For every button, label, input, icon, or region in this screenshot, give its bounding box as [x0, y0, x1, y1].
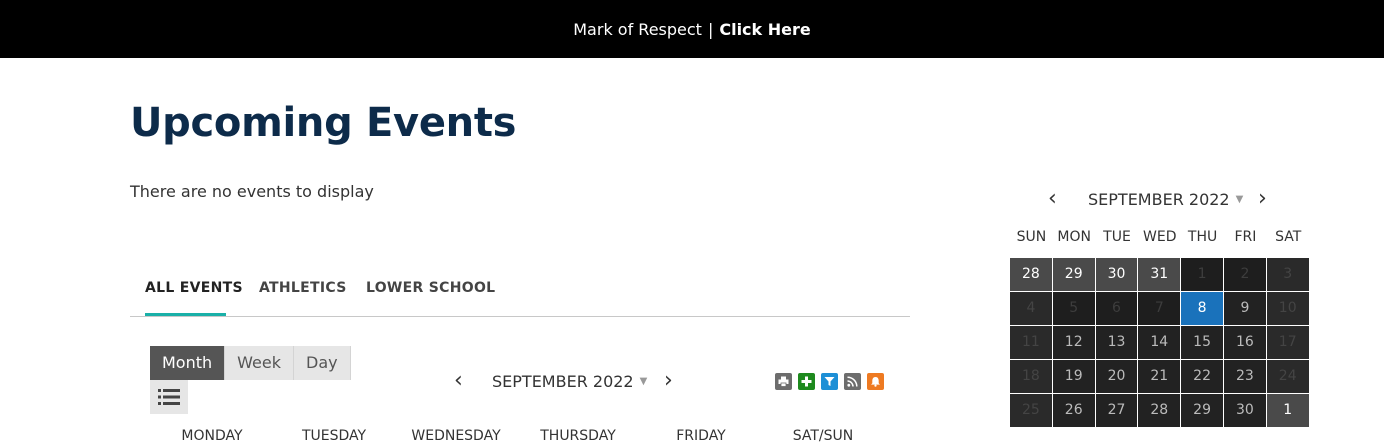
weekday-label: MONDAY	[181, 428, 243, 444]
mini-calendar-day[interactable]: 31	[1138, 258, 1182, 292]
mini-calendar-day[interactable]: 18	[1010, 360, 1053, 394]
mini-calendar-day[interactable]: 4	[1010, 292, 1053, 326]
mini-calendar-day[interactable]: 19	[1052, 360, 1096, 394]
mini-calendar-day[interactable]: 29	[1181, 394, 1224, 428]
mini-calendar-day[interactable]: 6	[1095, 292, 1139, 326]
add-event-button[interactable]	[798, 373, 815, 390]
weekday-label: SAT/SUN	[792, 428, 854, 444]
mini-calendar-day[interactable]: 29	[1052, 258, 1096, 292]
list-icon	[158, 389, 180, 405]
mini-weekday-label: WED	[1143, 229, 1177, 245]
month-label: SEPTEMBER 2022	[492, 372, 634, 391]
mini-calendar-nav: ‹ SEPTEMBER 2022 ▼ ›	[1010, 183, 1310, 215]
filter-icon	[824, 377, 835, 386]
mini-weekday-label: THU	[1187, 229, 1218, 245]
weekday-label: TUESDAY	[301, 428, 367, 444]
mini-calendar-day[interactable]: 11	[1010, 326, 1053, 360]
print-icon	[778, 376, 789, 387]
mini-calendar-today[interactable]: 8	[1181, 292, 1224, 326]
tab-all-events[interactable]: ALL EVENTS	[145, 280, 243, 296]
weekday-label: FRIDAY	[676, 428, 726, 444]
category-tabs: ALL EVENTS ATHLETICS LOWER SCHOOL	[130, 270, 910, 317]
mini-weekday-label: SUN	[1016, 229, 1047, 245]
announcement-bar: Mark of Respect | Click Here	[0, 0, 1384, 58]
month-select[interactable]: SEPTEMBER 2022 ▼	[492, 372, 647, 391]
mini-calendar-day[interactable]: 23	[1224, 360, 1267, 394]
weekday-label: WEDNESDAY	[411, 428, 501, 444]
mini-weekday-label: TUE	[1103, 229, 1131, 245]
print-button[interactable]	[775, 373, 792, 390]
mini-calendar-day[interactable]: 3	[1266, 258, 1310, 292]
mini-calendar-day[interactable]: 10	[1266, 292, 1310, 326]
mini-prev-month-button[interactable]: ‹	[1048, 188, 1057, 210]
announcement-text: Mark of Respect	[573, 19, 702, 39]
mini-calendar-day[interactable]: 17	[1266, 326, 1310, 360]
page-title: Upcoming Events	[130, 100, 517, 146]
mini-calendar-day[interactable]: 2	[1224, 258, 1267, 292]
active-tab-indicator	[145, 313, 226, 316]
mini-weekday-header: SUN MON TUE WED THU FRI SAT	[1010, 229, 1310, 249]
mini-calendar-day[interactable]: 12	[1052, 326, 1096, 360]
view-switcher: Month Week Day	[150, 346, 351, 380]
month-view-button[interactable]: Month	[150, 346, 226, 380]
prev-month-button[interactable]: ‹	[454, 370, 463, 392]
mini-weekday-label: MON	[1057, 229, 1091, 245]
mini-calendar-day[interactable]: 9	[1224, 292, 1267, 326]
mini-calendar-day[interactable]: 27	[1095, 394, 1139, 428]
mini-next-month-button[interactable]: ›	[1258, 188, 1267, 210]
tab-athletics[interactable]: ATHLETICS	[259, 280, 347, 296]
add-icon	[801, 376, 812, 387]
mini-weekday-label: SAT	[1275, 229, 1302, 245]
mini-calendar-day[interactable]: 1	[1266, 394, 1310, 428]
mini-weekday-label: FRI	[1234, 229, 1257, 245]
filter-button[interactable]	[821, 373, 838, 390]
mini-calendar-day[interactable]: 7	[1138, 292, 1182, 326]
mini-month-label: SEPTEMBER 2022	[1088, 190, 1230, 209]
mini-calendar-day[interactable]: 30	[1095, 258, 1139, 292]
list-view-button[interactable]	[150, 380, 188, 414]
notifications-button[interactable]	[867, 373, 884, 390]
announcement-separator: |	[707, 19, 714, 39]
mini-calendar-day[interactable]: 5	[1052, 292, 1096, 326]
mini-calendar-day[interactable]: 25	[1010, 394, 1053, 428]
mini-calendar-day[interactable]: 24	[1266, 360, 1310, 394]
mini-calendar-day[interactable]: 13	[1095, 326, 1139, 360]
mini-calendar-day[interactable]: 14	[1138, 326, 1182, 360]
mini-calendar-day[interactable]: 21	[1138, 360, 1182, 394]
mini-calendar-day[interactable]: 28	[1010, 258, 1053, 292]
mini-calendar-day[interactable]: 26	[1052, 394, 1096, 428]
mini-calendar-day[interactable]: 28	[1138, 394, 1182, 428]
day-view-button[interactable]: Day	[294, 346, 351, 380]
mini-calendar: ‹ SEPTEMBER 2022 ▼ › SUN MON TUE WED THU …	[1010, 183, 1310, 428]
no-events-message: There are no events to display	[130, 182, 374, 201]
next-month-button[interactable]: ›	[664, 370, 673, 392]
bell-icon	[871, 377, 880, 387]
mini-calendar-day[interactable]: 16	[1224, 326, 1267, 360]
click-here-link[interactable]: Click Here	[719, 20, 810, 39]
mini-month-select[interactable]: SEPTEMBER 2022 ▼	[1088, 190, 1243, 209]
rss-icon	[847, 376, 858, 387]
tab-lower-school[interactable]: LOWER SCHOOL	[366, 280, 495, 296]
dropdown-caret-icon: ▼	[639, 376, 648, 387]
mini-calendar-day[interactable]: 20	[1095, 360, 1139, 394]
mini-calendar-day[interactable]: 15	[1181, 326, 1224, 360]
mini-calendar-day[interactable]: 1	[1181, 258, 1224, 292]
mini-calendar-day[interactable]: 22	[1181, 360, 1224, 394]
mini-calendar-day[interactable]: 30	[1224, 394, 1267, 428]
calendar-tools	[775, 373, 884, 390]
rss-button[interactable]	[844, 373, 861, 390]
dropdown-caret-icon: ▼	[1235, 194, 1244, 205]
week-view-button[interactable]: Week	[225, 346, 294, 380]
calendar-month-nav: ‹ SEPTEMBER 2022 ▼ ›	[450, 370, 680, 394]
weekday-label: THURSDAY	[540, 428, 616, 444]
